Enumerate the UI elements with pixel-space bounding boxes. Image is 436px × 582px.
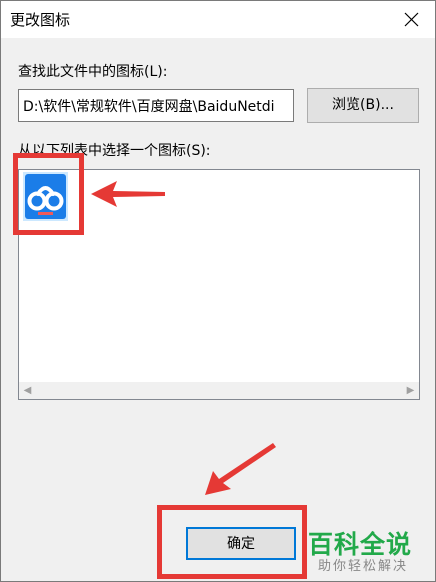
close-button[interactable] [389,1,435,38]
watermark-subtitle: 助你轻松解决 [318,559,409,574]
file-label: 查找此文件中的图标(L): [18,64,168,80]
title-bar: 更改图标 [1,1,435,38]
icon-list-item[interactable] [23,172,68,221]
window-title: 更改图标 [10,11,71,29]
close-icon [404,12,419,27]
change-icon-dialog: 更改图标 查找此文件中的图标(L): D:\软件\常规软件\百度网盘\Baidu… [0,0,436,582]
icon-list-label: 从以下列表中选择一个图标(S): [18,143,211,159]
browse-button[interactable]: 浏览(B)... [307,88,419,123]
file-path-input[interactable]: D:\软件\常规软件\百度网盘\BaiduNetdi [18,89,294,122]
scroll-left-icon[interactable]: ◀ [19,382,36,399]
baidu-netdisk-icon [25,174,66,219]
annotation-arrow-down [205,443,276,495]
scroll-right-icon[interactable]: ▶ [402,382,419,399]
watermark: 百科全说 助你轻松解决 [308,525,430,575]
icon-list[interactable]: ◀ ▶ [18,169,420,400]
horizontal-scrollbar[interactable]: ◀ ▶ [19,382,419,399]
ok-button[interactable]: 确定 [186,527,296,560]
